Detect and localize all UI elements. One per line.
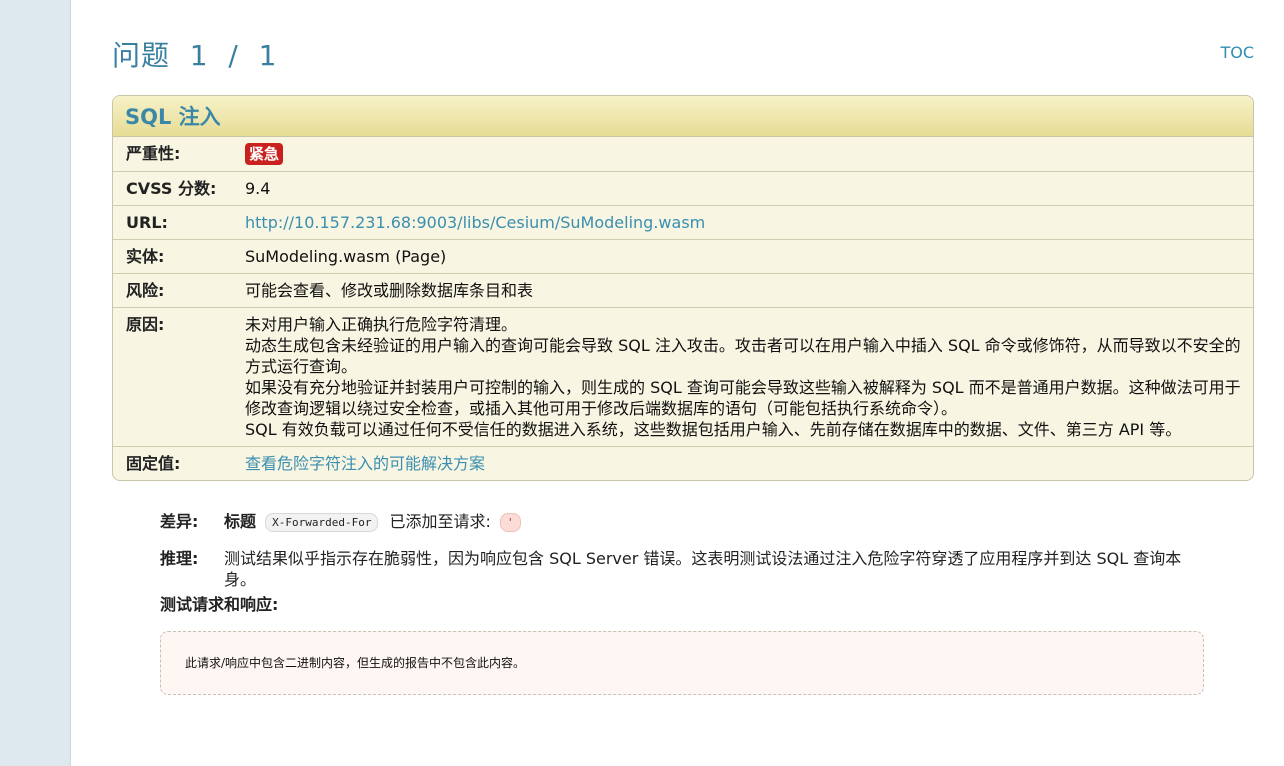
header-name-chip: X-Forwarded-For [265,513,379,532]
diff-middle-text: 已添加至请求: [389,512,491,531]
left-rail [0,0,71,766]
cvss-row: CVSS 分数: 9.4 [113,172,1253,206]
risk-label: 风险: [126,281,165,300]
url-link[interactable]: http://10.157.231.68:9003/libs/Cesium/Su… [245,213,705,232]
fix-row: 固定值: 查看危险字符注入的可能解决方案 [113,447,1253,480]
url-row: URL: http://10.157.231.68:9003/libs/Cesi… [113,206,1253,240]
heading-row: 问题 1 / 1 TOC [112,0,1254,95]
fix-label: 固定值: [126,454,181,473]
cause-value: 未对用户输入正确执行危险字符清理。 动态生成包含未经验证的用户输入的查询可能会导… [245,308,1253,446]
issue-box: SQL 注入 严重性: 紧急 CVSS 分数: 9.4 URL: http://… [112,95,1254,481]
severity-label: 严重性: [126,144,181,163]
diff-label: 差异: [160,512,199,531]
entity-label: 实体: [126,247,165,266]
severity-row: 严重性: 紧急 [113,137,1253,172]
payload-chip: ' [500,513,521,532]
issue-title: SQL 注入 [125,105,221,129]
cvss-label: CVSS 分数: [126,179,217,198]
binary-content-notice: 此请求/响应中包含二进制内容，但生成的报告中不包含此内容。 [160,631,1204,695]
reasoning-label: 推理: [160,549,199,568]
fix-link[interactable]: 查看危险字符注入的可能解决方案 [245,454,485,473]
toc-link[interactable]: TOC [1220,43,1254,62]
cause-row: 原因: 未对用户输入正确执行危险字符清理。 动态生成包含未经验证的用户输入的查询… [113,308,1253,447]
cause-line: 如果没有充分地验证并封装用户可控制的输入，则生成的 SQL 查询可能会导致这些输… [245,378,1241,418]
cause-line: 动态生成包含未经验证的用户输入的查询可能会导致 SQL 注入攻击。攻击者可以在用… [245,336,1241,376]
diff-row: 差异: 标题 X-Forwarded-For 已添加至请求: ' [160,511,1254,532]
severity-badge: 紧急 [245,143,284,165]
issue-header: SQL 注入 [113,96,1253,137]
reasoning-text: 测试结果似乎指示存在脆弱性，因为响应包含 SQL Server 错误。这表明测试… [224,549,1182,589]
reasoning-row: 推理: 测试结果似乎指示存在脆弱性，因为响应包含 SQL Server 错误。这… [160,548,1254,590]
risk-row: 风险: 可能会查看、修改或删除数据库条目和表 [113,274,1253,308]
entity-value: SuModeling.wasm (Page) [245,247,447,266]
cvss-value: 9.4 [245,179,271,198]
page-title: 问题 1 / 1 [112,39,278,72]
binary-notice-text: 此请求/响应中包含二进制内容，但生成的报告中不包含此内容。 [185,655,526,670]
cause-line: 未对用户输入正确执行危险字符清理。 [245,315,518,334]
url-label: URL: [126,213,168,232]
test-details: 差异: 标题 X-Forwarded-For 已添加至请求: ' 推理: 测试结… [160,511,1254,695]
cause-line: SQL 有效负载可以通过任何不受信任的数据进入系统，这些数据包括用户输入、先前存… [245,420,1182,439]
risk-value: 可能会查看、修改或删除数据库条目和表 [245,281,534,300]
cause-label: 原因: [126,315,165,334]
test-section-label: 测试请求和响应: [160,595,279,614]
entity-row: 实体: SuModeling.wasm (Page) [113,240,1253,274]
diff-prefix: 标题 [224,512,257,531]
report-page: 问题 1 / 1 TOC SQL 注入 严重性: 紧急 CVSS 分数: 9.4… [112,0,1254,695]
